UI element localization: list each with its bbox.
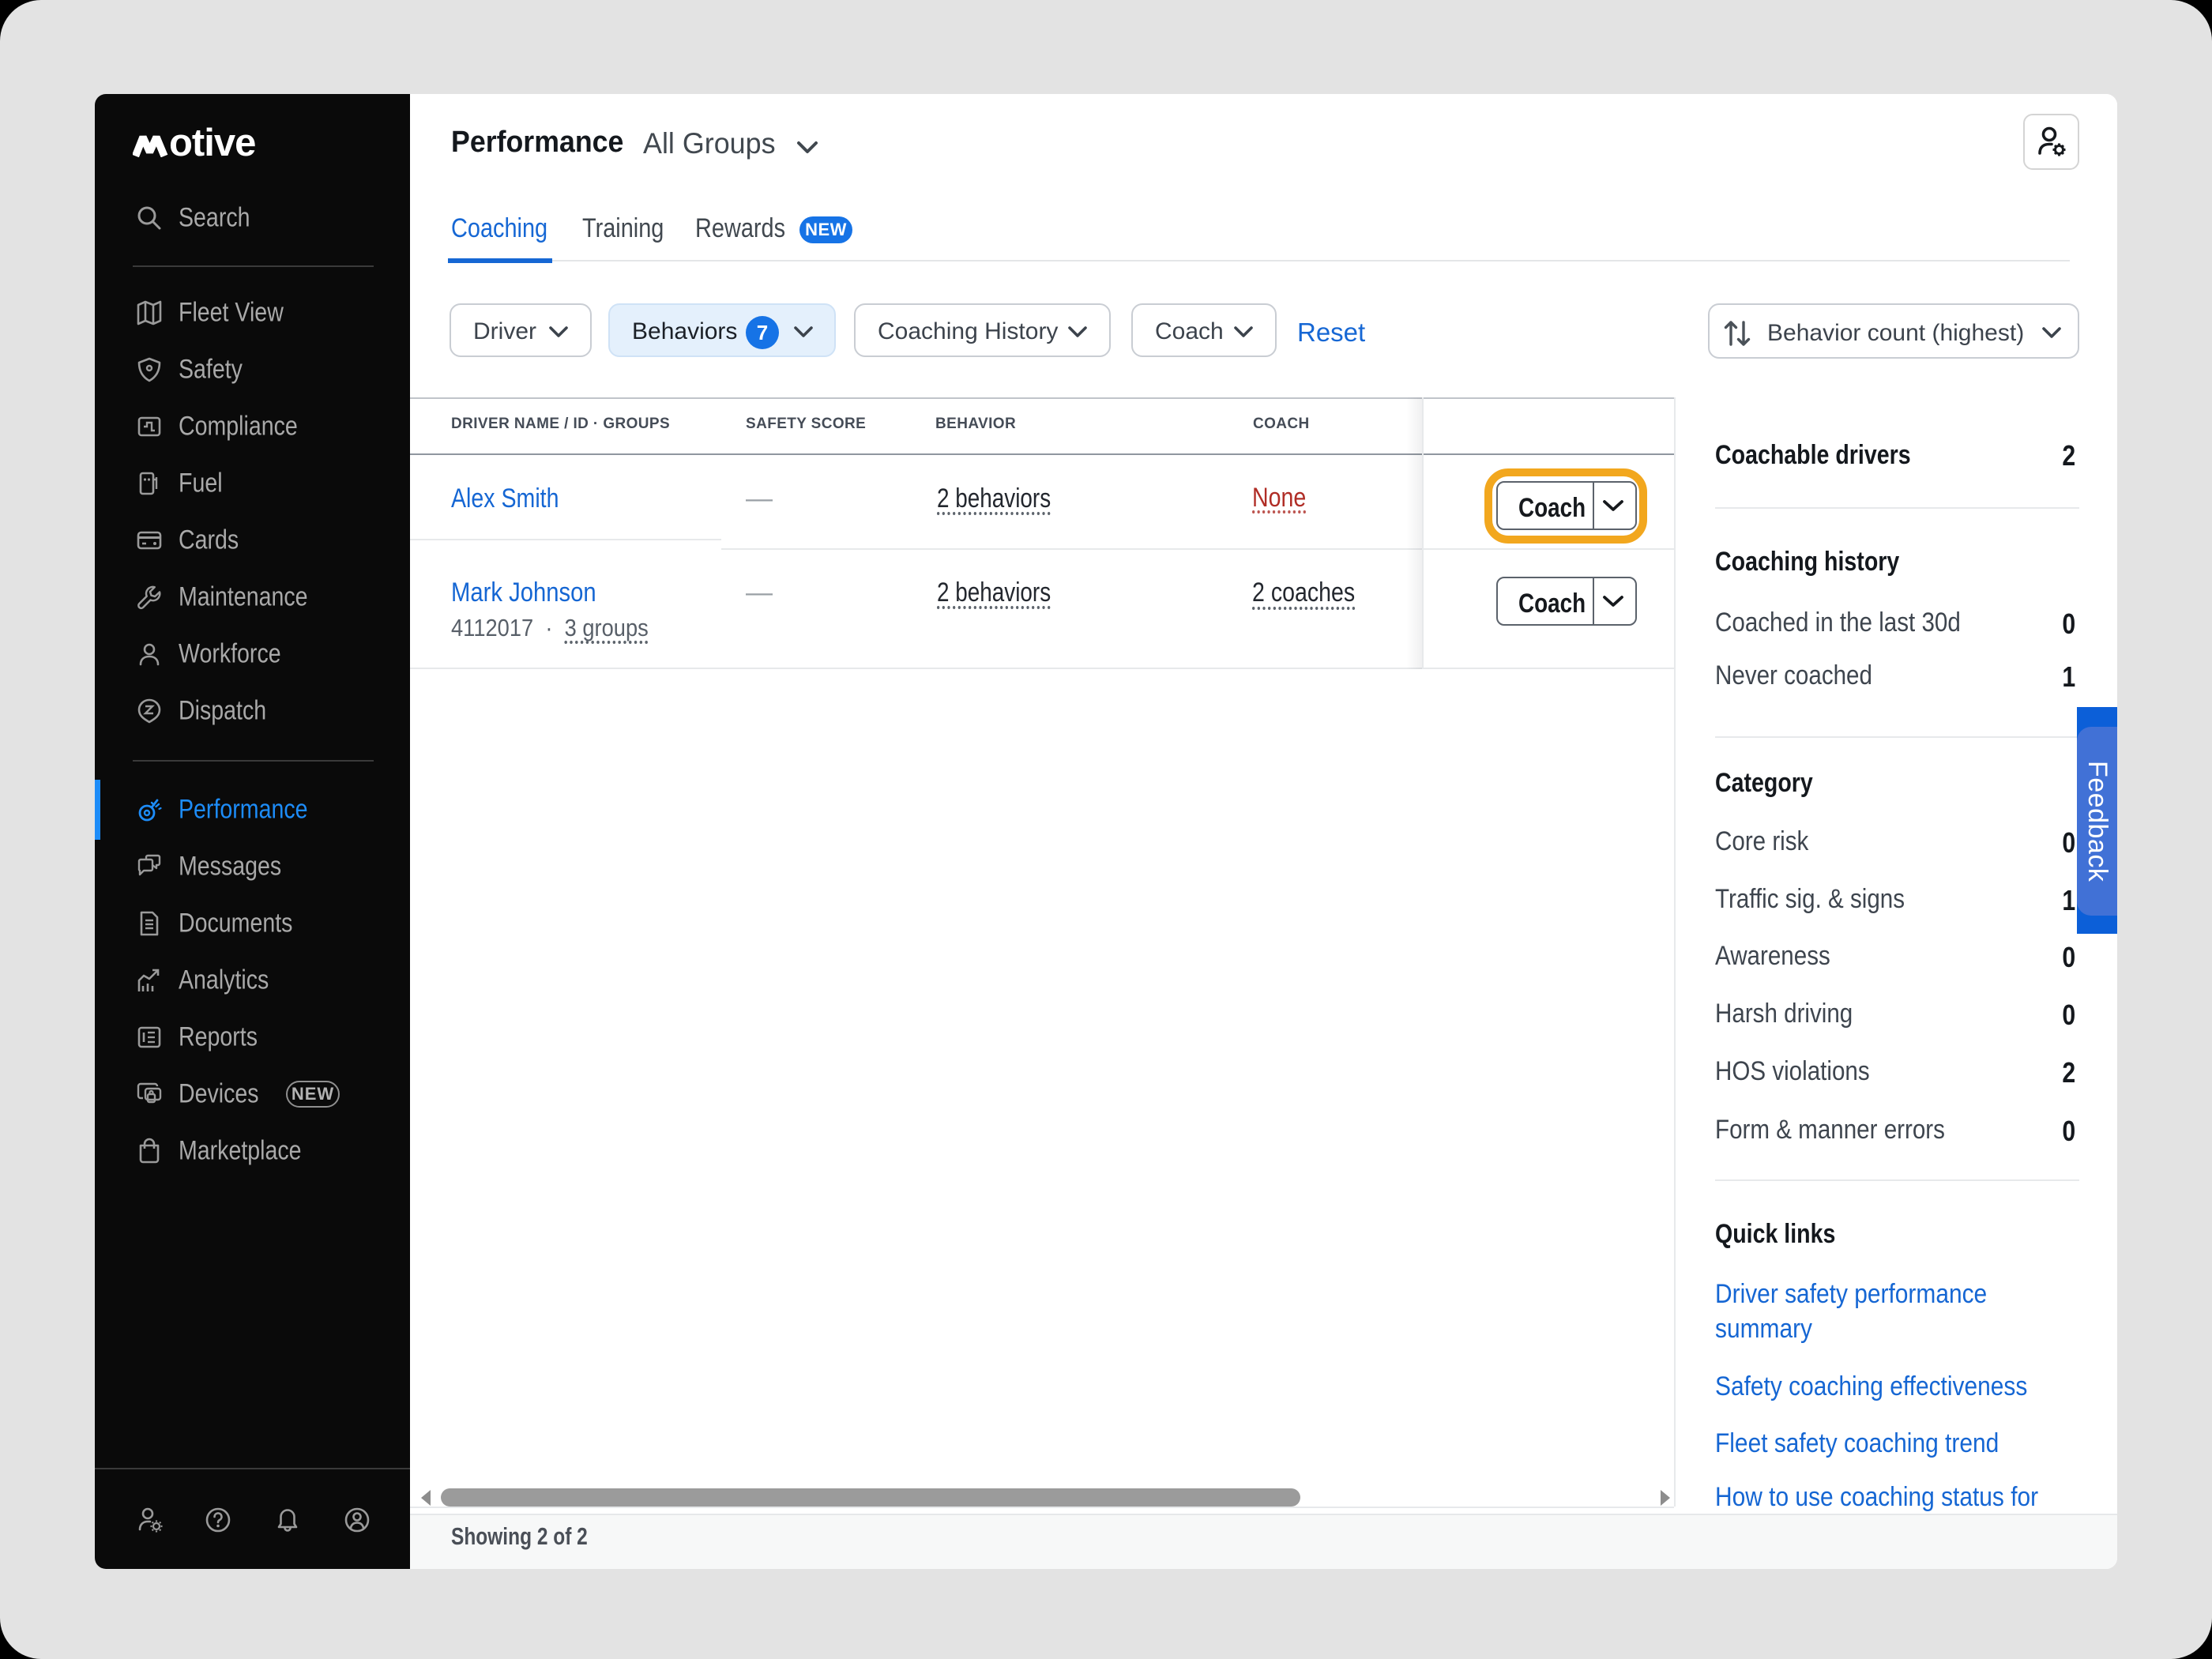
svg-text:otive: otive [169, 126, 255, 157]
